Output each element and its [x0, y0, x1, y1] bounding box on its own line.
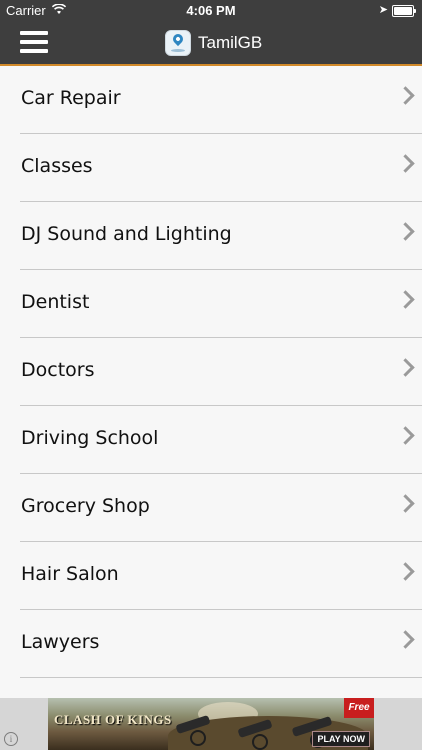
chevron-right-icon	[396, 562, 415, 581]
category-row-partial[interactable]	[20, 678, 422, 698]
category-label: Car Repair	[21, 87, 121, 109]
category-list: Car Repair Classes DJ Sound and Lighting…	[0, 66, 422, 698]
battery-icon	[392, 5, 416, 17]
play-now-button[interactable]: PLAY NOW	[312, 731, 370, 747]
category-label: Driving School	[21, 427, 159, 449]
app-brand: TamilGB	[165, 30, 262, 56]
location-arrow-icon: ➤	[378, 4, 388, 16]
ad-info-icon[interactable]: i	[4, 732, 18, 746]
category-label: Hair Salon	[21, 563, 119, 585]
category-label: Dentist	[21, 291, 90, 313]
status-bar: Carrier 4:06 PM ➤	[0, 0, 422, 22]
tamilgb-logo	[165, 30, 191, 56]
category-row-grocery-shop[interactable]: Grocery Shop	[20, 474, 422, 542]
category-row-dj-sound-and-lighting[interactable]: DJ Sound and Lighting	[20, 202, 422, 270]
ad-banner[interactable]: CLASH OF KINGS Free PLAY NOW	[48, 698, 374, 750]
category-label: Doctors	[21, 359, 95, 381]
category-label: Grocery Shop	[21, 495, 150, 517]
category-label: Classes	[21, 155, 93, 177]
navigation-bar: TamilGB	[0, 22, 422, 66]
chevron-right-icon	[396, 154, 415, 173]
app-title: TamilGB	[198, 33, 263, 52]
category-row-dentist[interactable]: Dentist	[20, 270, 422, 338]
category-row-car-repair[interactable]: Car Repair	[20, 66, 422, 134]
ad-title: CLASH OF KINGS	[54, 712, 172, 727]
chevron-right-icon	[396, 290, 415, 309]
category-row-lawyers[interactable]: Lawyers	[20, 610, 422, 678]
chevron-right-icon	[396, 426, 415, 445]
free-badge: Free	[344, 698, 374, 718]
category-row-doctors[interactable]: Doctors	[20, 338, 422, 406]
chevron-right-icon	[396, 222, 415, 241]
category-row-hair-salon[interactable]: Hair Salon	[20, 542, 422, 610]
category-row-driving-school[interactable]: Driving School	[20, 406, 422, 474]
hamburger-menu-icon[interactable]	[20, 31, 48, 53]
chevron-right-icon	[396, 494, 415, 513]
chevron-right-icon	[396, 358, 415, 377]
category-label: DJ Sound and Lighting	[21, 223, 232, 245]
category-row-classes[interactable]: Classes	[20, 134, 422, 202]
ad-banner-bar: i CLASH OF KINGS Free PLAY NOW	[0, 698, 422, 750]
category-label: Lawyers	[21, 631, 100, 653]
status-time: 4:06 PM	[186, 3, 236, 18]
chevron-right-icon	[396, 86, 415, 105]
chevron-right-icon	[396, 630, 415, 649]
